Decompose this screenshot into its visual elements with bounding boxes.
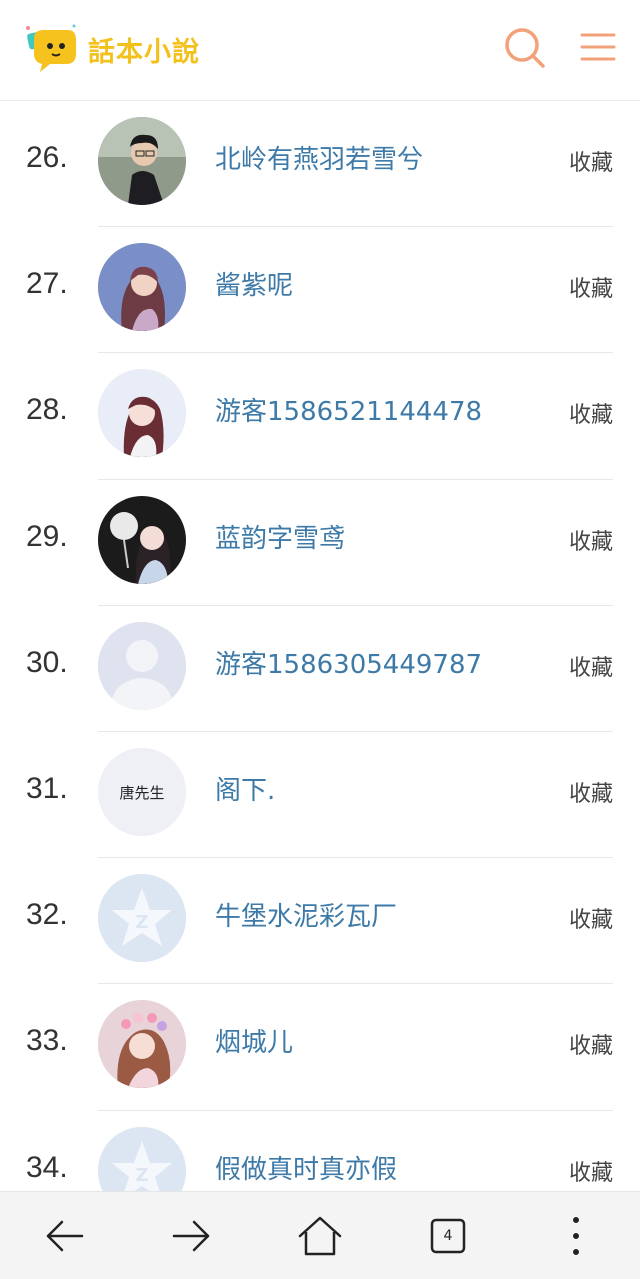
avatar[interactable] [98,117,186,205]
list-item: 30. 游客1586305449787 收藏 [0,606,640,732]
list-item: 34. Z 假做真时真亦假 收藏 [0,1111,640,1191]
list-item: 28. 游客1586521144478 收藏 [0,353,640,480]
back-button[interactable] [40,1212,88,1260]
search-button[interactable] [502,25,546,69]
forward-button[interactable] [168,1212,216,1260]
hamburger-menu-icon [580,33,616,61]
avatar[interactable]: Z [98,874,186,963]
username-link[interactable]: 阁下. [215,770,275,807]
qzone-star-icon: Z [98,874,186,963]
more-button[interactable] [552,1212,600,1260]
home-icon [298,1216,342,1256]
list-item: 26. 北岭有燕羽若雪兮 收藏 [0,101,640,228]
site-logo[interactable]: 話本小說 [24,20,224,80]
collect-button[interactable]: 收藏 [569,902,613,934]
text-avatar: 唐先生 [98,747,186,836]
collect-button[interactable]: 收藏 [569,1028,613,1060]
collect-button[interactable]: 收藏 [569,524,613,556]
speech-bubble-logo-icon [26,24,76,72]
home-button[interactable] [296,1212,344,1260]
rank-number: 31. [26,771,68,805]
rank-number: 30. [26,645,68,679]
logo-text: 話本小說 [88,37,200,68]
rank-number: 26. [26,141,68,174]
search-icon [505,28,545,68]
svg-text:Z: Z [135,1165,148,1186]
list-item: 27. 酱紫呢 收藏 [0,227,640,354]
username-link[interactable]: 北岭有燕羽若雪兮 [215,139,423,176]
collect-button[interactable]: 收藏 [569,271,613,303]
username-link[interactable]: 牛堡水泥彩瓦厂 [215,896,397,933]
avatar[interactable]: 唐先生 [98,747,186,836]
avatar[interactable] [98,243,186,332]
rank-number: 32. [26,898,68,932]
avatar-text: 唐先生 [119,784,164,802]
collect-button[interactable]: 收藏 [569,145,613,177]
list-item: 32. Z 牛堡水泥彩瓦厂 收藏 [0,858,640,985]
qzone-star-icon: Z [98,1126,186,1191]
svg-text:Z: Z [135,912,148,933]
user-photo-icon [98,369,186,458]
username-link[interactable]: 酱紫呢 [215,265,293,302]
username-link[interactable]: 假做真时真亦假 [215,1149,397,1186]
rank-number: 27. [26,267,68,301]
collect-button[interactable]: 收藏 [569,650,613,682]
username-link[interactable]: 烟城儿 [215,1022,293,1059]
arrow-left-icon [46,1220,84,1252]
list-item: 29. 蓝韵字雪鸢 收藏 [0,480,640,606]
list-item: 33. 烟城儿 收藏 [0,984,640,1111]
browser-bottom-bar: 4 [0,1191,640,1279]
user-photo-icon [98,117,186,205]
user-photo-icon [98,243,186,332]
collect-button[interactable]: 收藏 [569,397,613,429]
collect-button[interactable]: 收藏 [569,776,613,808]
collect-button[interactable]: 收藏 [569,1155,613,1187]
avatar[interactable] [98,495,186,584]
tabs-count: 4 [443,1228,453,1244]
user-photo-icon [98,495,186,584]
username-link[interactable]: 游客1586521144478 [215,391,482,428]
avatar[interactable]: Z [98,1126,186,1191]
top-header: 話本小說 [0,0,640,101]
app-page: 話本小說 26. 北岭有燕羽若雪兮 收藏 27. 酱紫呢 收藏 28. 游客15… [0,0,640,1279]
arrow-right-icon [172,1220,210,1252]
username-link[interactable]: 蓝韵字雪鸢 [215,518,345,555]
more-vertical-icon [573,1217,579,1255]
default-person-icon [98,621,186,710]
rank-number: 28. [26,393,68,427]
avatar[interactable] [98,369,186,458]
username-link[interactable]: 游客1586305449787 [215,644,482,681]
tabs-button[interactable]: 4 [424,1212,472,1260]
menu-button[interactable] [576,25,620,69]
rank-number: 34. [26,1150,68,1184]
ranking-list: 26. 北岭有燕羽若雪兮 收藏 27. 酱紫呢 收藏 28. 游客1586521… [0,101,640,1191]
rank-number: 33. [26,1024,68,1058]
avatar[interactable] [98,621,186,710]
avatar[interactable] [98,1000,186,1089]
list-item: 31. 唐先生 阁下. 收藏 [0,732,640,859]
rank-number: 29. [26,519,68,553]
user-photo-icon [98,1000,186,1089]
